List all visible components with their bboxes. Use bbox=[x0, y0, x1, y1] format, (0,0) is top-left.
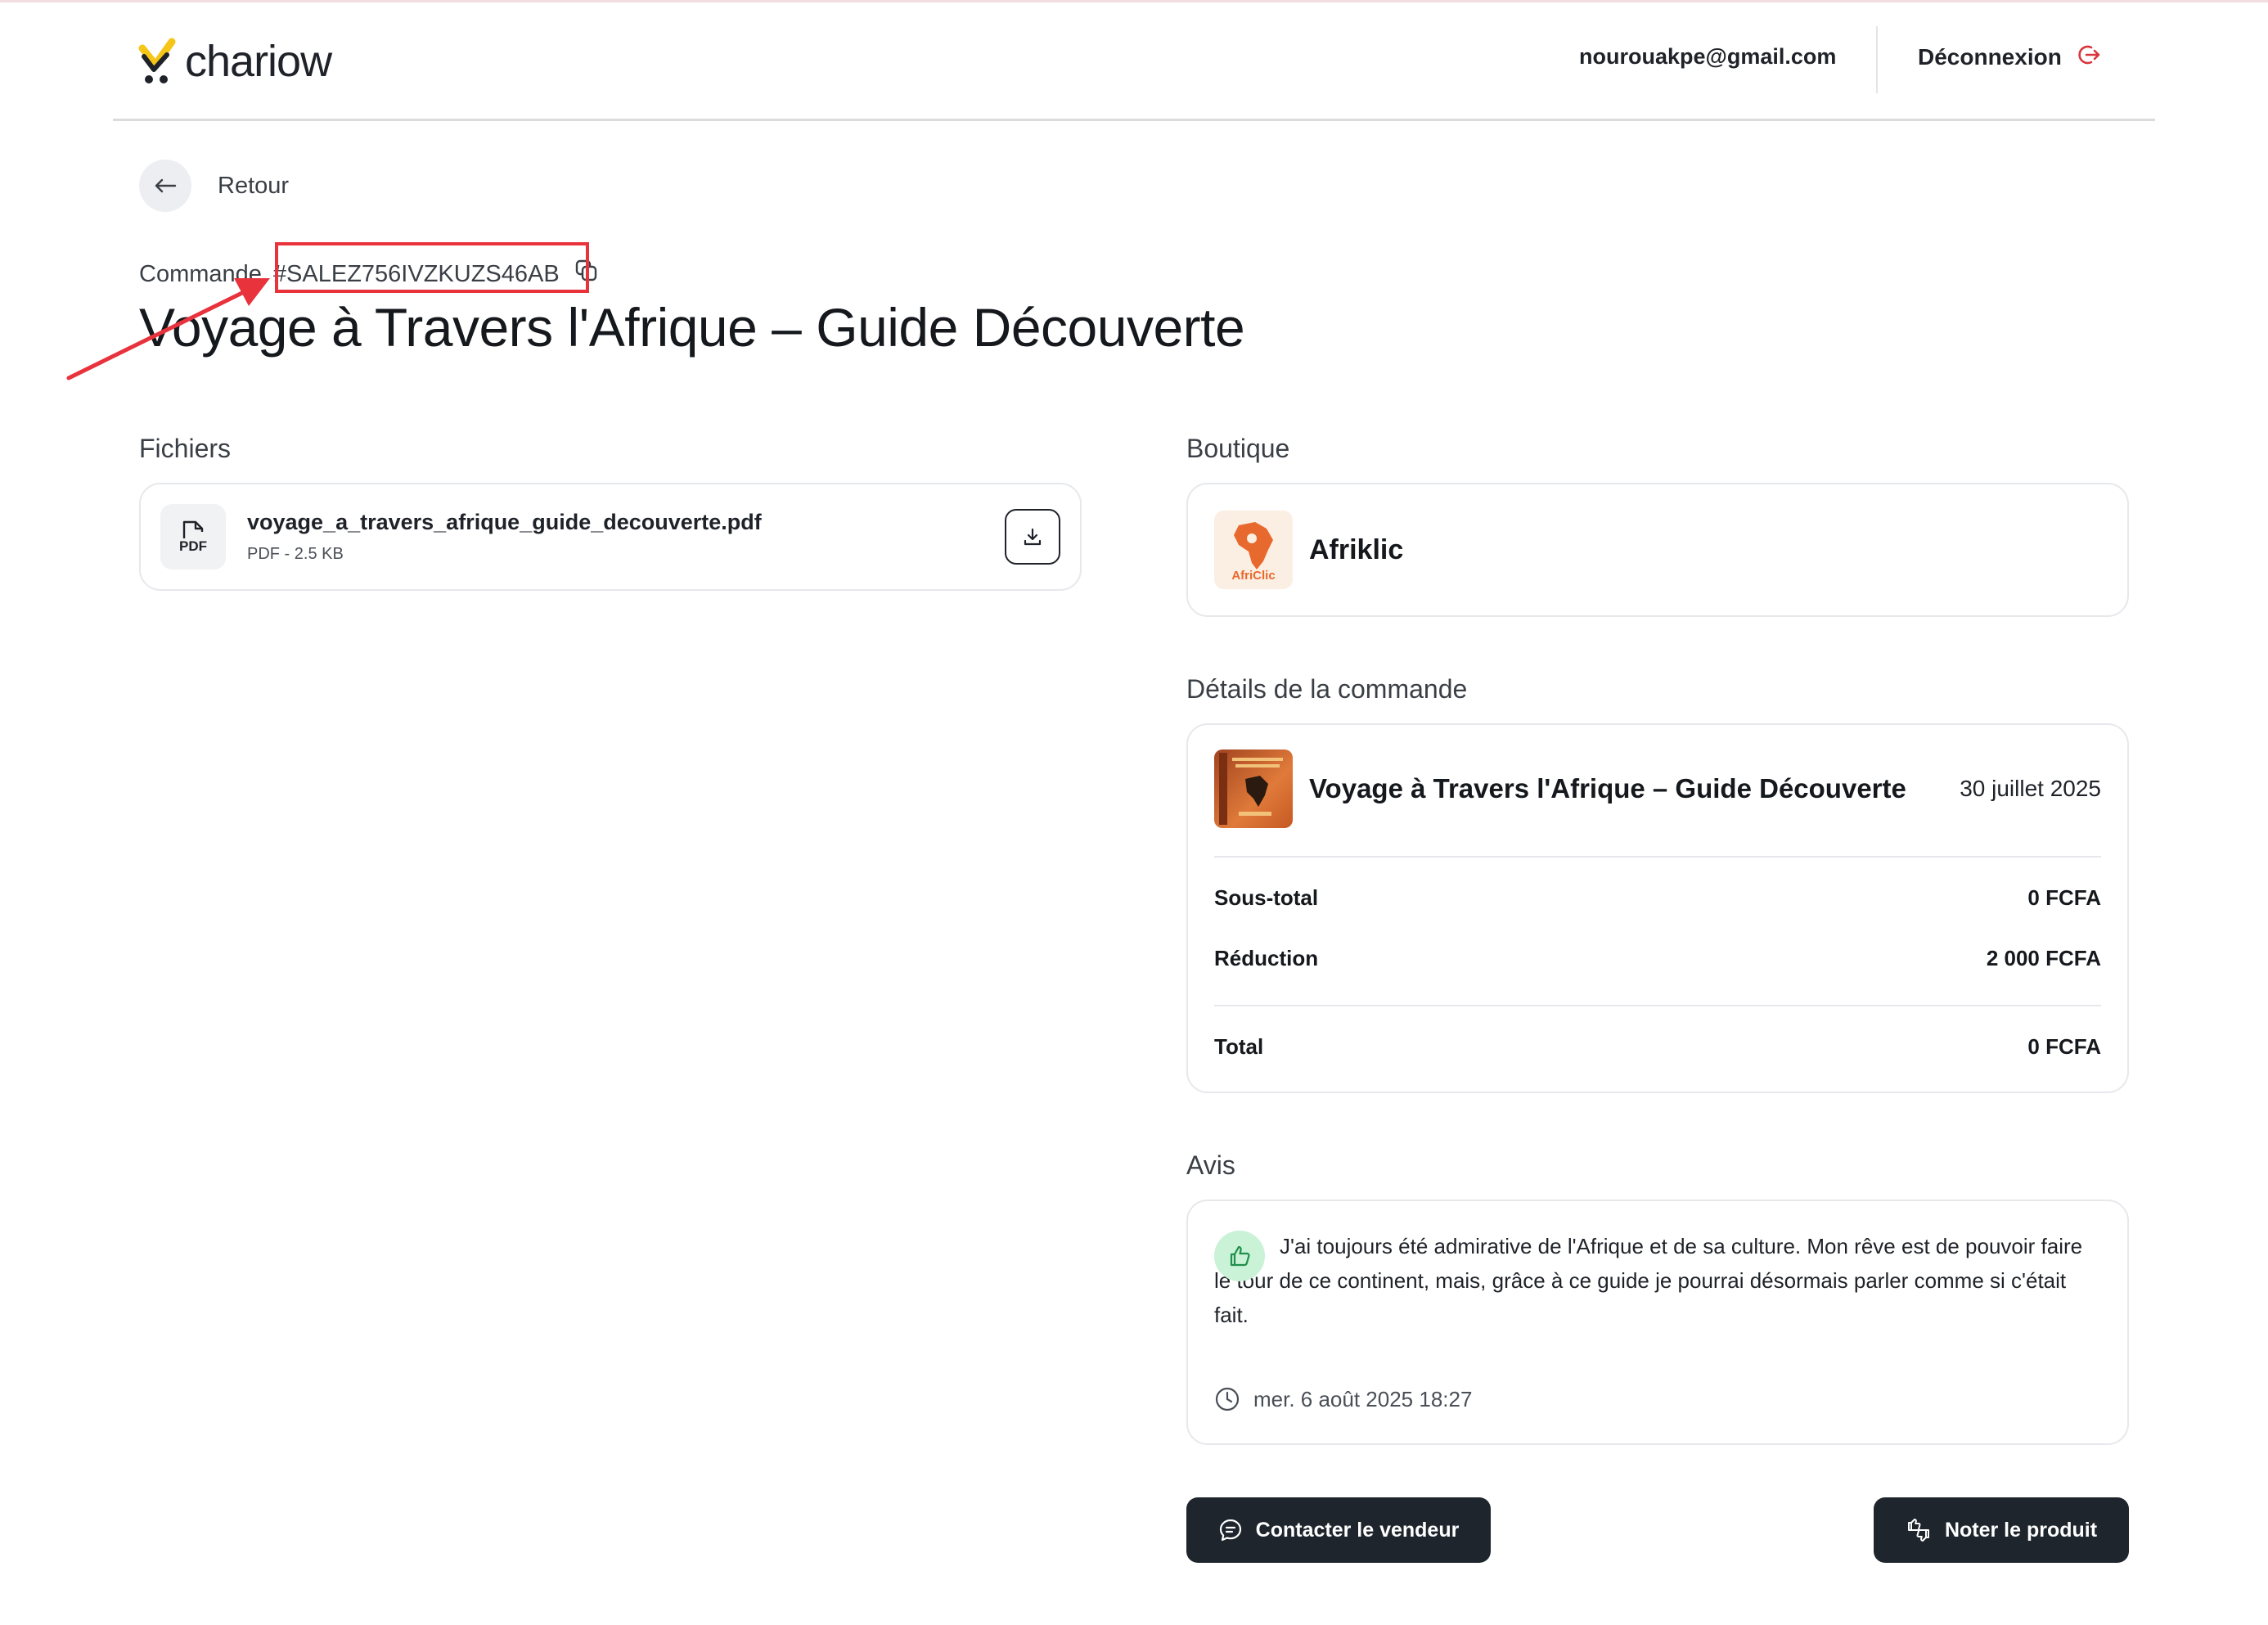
shop-card[interactable]: AfriClic Afriklic bbox=[1186, 483, 2129, 617]
cart-logo-icon bbox=[137, 37, 177, 86]
discount-row: Réduction 2 000 FCFA bbox=[1214, 946, 2101, 971]
product-row[interactable]: Voyage à Travers l'Afrique – Guide Décou… bbox=[1214, 749, 2101, 828]
subtotal-label: Sous-total bbox=[1214, 885, 1319, 910]
chat-icon bbox=[1219, 1519, 1241, 1542]
thumbs-up-down-icon bbox=[1907, 1519, 1929, 1542]
shop-name: Afriklic bbox=[1309, 533, 1404, 565]
files-section-label: Fichiers bbox=[139, 434, 232, 463]
subtotal-row: Sous-total 0 FCFA bbox=[1214, 885, 2101, 911]
file-card: PDF voyage_a_travers_afrique_guide_decou… bbox=[139, 483, 1082, 591]
product-name: Voyage à Travers l'Afrique – Guide Décou… bbox=[1309, 773, 1906, 803]
review-date: mer. 6 août 2025 18:27 bbox=[1253, 1386, 1473, 1411]
details-section-label: Détails de la commande bbox=[1186, 674, 1468, 704]
brand-logo[interactable]: chariow bbox=[137, 33, 332, 90]
file-info: voyage_a_travers_afrique_guide_decouvert… bbox=[247, 510, 762, 564]
header-separator bbox=[113, 119, 2155, 121]
file-name: voyage_a_travers_afrique_guide_decouvert… bbox=[247, 510, 762, 534]
order-date: 30 juillet 2025 bbox=[1960, 776, 2101, 801]
logout-icon bbox=[2077, 43, 2101, 73]
total-divider bbox=[1214, 1005, 2101, 1006]
thumbs-up-icon bbox=[1214, 1231, 1265, 1281]
contact-seller-button[interactable]: Contacter le vendeur bbox=[1186, 1497, 1491, 1563]
order-details-card: Voyage à Travers l'Afrique – Guide Décou… bbox=[1186, 723, 2129, 1093]
review-card: J'ai toujours été admirative de l'Afriqu… bbox=[1186, 1200, 2129, 1445]
subtotal-value: 0 FCFA bbox=[2027, 885, 2101, 910]
order-prefix: Commande bbox=[139, 260, 262, 287]
shop-logo: AfriClic bbox=[1214, 511, 1293, 589]
file-type-label: PDF bbox=[179, 538, 207, 554]
rate-product-button[interactable]: Noter le produit bbox=[1874, 1497, 2129, 1563]
total-label: Total bbox=[1214, 1034, 1264, 1059]
pdf-file-icon: PDF bbox=[160, 504, 226, 569]
rate-product-label: Noter le produit bbox=[1944, 1518, 2098, 1542]
header-divider bbox=[1876, 26, 1878, 93]
total-value: 0 FCFA bbox=[2027, 1034, 2101, 1059]
product-thumbnail bbox=[1214, 749, 1293, 828]
download-button[interactable] bbox=[1005, 509, 1060, 565]
user-email: nourouakpe@gmail.com bbox=[1579, 44, 1837, 69]
contact-seller-label: Contacter le vendeur bbox=[1255, 1518, 1460, 1542]
order-id-highlight-box bbox=[275, 242, 589, 293]
review-text: J'ai toujours été admirative de l'Afriqu… bbox=[1214, 1234, 2083, 1327]
total-row: Total 0 FCFA bbox=[1214, 1034, 2101, 1060]
review-section-label: Avis bbox=[1186, 1150, 1235, 1180]
discount-label: Réduction bbox=[1214, 946, 1319, 970]
shop-logo-text: AfriClic bbox=[1231, 569, 1276, 583]
file-meta: PDF - 2.5 KB bbox=[247, 545, 344, 563]
arrow-left-icon bbox=[139, 160, 191, 212]
logout-label: Déconnexion bbox=[1918, 44, 2062, 70]
clock-icon bbox=[1215, 1387, 1240, 1411]
details-divider bbox=[1214, 856, 2101, 858]
back-label: Retour bbox=[218, 172, 290, 199]
back-button[interactable]: Retour bbox=[139, 160, 289, 212]
page-title: Voyage à Travers l'Afrique – Guide Décou… bbox=[139, 297, 1245, 358]
review-timestamp: mer. 6 août 2025 18:27 bbox=[1214, 1386, 1472, 1412]
brand-name: chariow bbox=[185, 37, 332, 86]
download-icon bbox=[1024, 528, 1042, 546]
discount-value: 2 000 FCFA bbox=[1986, 946, 2101, 970]
logout-button[interactable]: Déconnexion bbox=[1918, 39, 2101, 75]
top-accent-line bbox=[0, 0, 2268, 2]
shop-section-label: Boutique bbox=[1186, 434, 1290, 463]
